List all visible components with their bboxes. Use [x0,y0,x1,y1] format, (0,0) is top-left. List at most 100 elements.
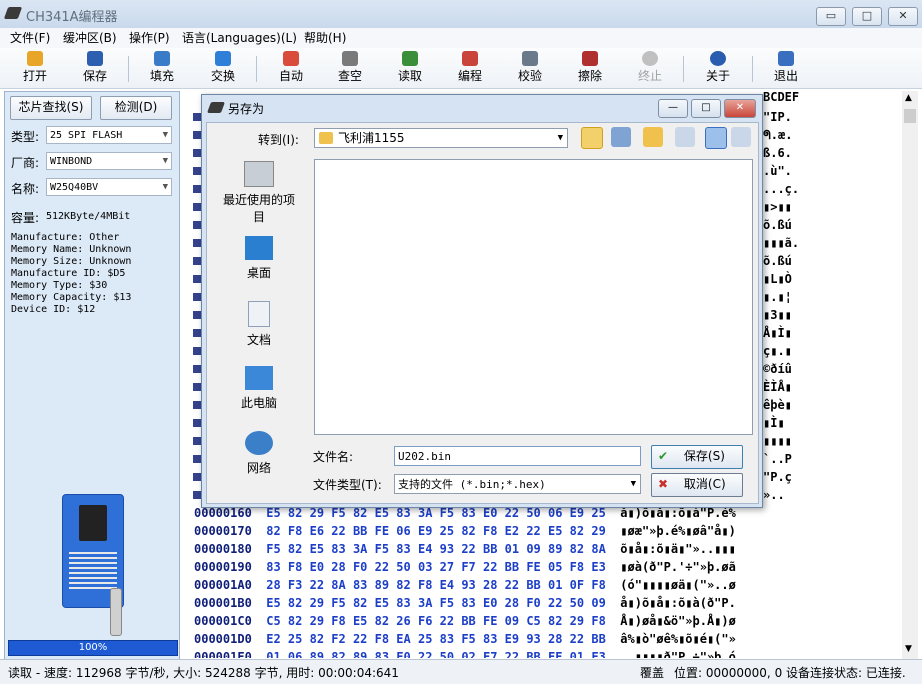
maximize-button[interactable]: □ [852,7,882,26]
details-view-icon[interactable] [675,127,695,147]
verify-button[interactable]: 校验 [503,48,557,88]
ascii-fragment: ▮3▮▮ [763,308,792,322]
read-button[interactable]: 读取 [383,48,437,88]
about-button[interactable]: 关于 [691,48,745,88]
cancel-button[interactable]: ✖ 取消(C) [651,473,743,497]
this-pc-icon [245,366,273,390]
nav-desktop[interactable]: 桌面 [219,236,299,281]
read-icon [402,51,418,66]
chevron-down-icon: ▼ [162,182,168,192]
hex-row[interactable]: 000001D0 E2 25 82 F2 22 F8 EA 25 83 F5 8… [194,630,736,648]
check-icon: ✔ [658,449,669,463]
open-button[interactable]: 打开 [8,48,62,88]
erase-button[interactable]: 擦除 [563,48,617,88]
ascii-fragment: ©ðíû [763,362,792,376]
ascii-fragment: ▮▮▮ã. [763,236,800,250]
new-folder-icon[interactable] [643,127,663,147]
auto-button[interactable]: 自动 [264,48,318,88]
ascii-fragment: .ù". [763,164,792,178]
minimize-button[interactable]: ▭ [816,7,846,26]
dialog-maximize-button[interactable]: □ [691,99,721,118]
lookin-select[interactable]: 飞利浦1155 ▼ [314,128,568,148]
detect-button[interactable]: 检测(D) [100,96,172,120]
list-view-icon[interactable] [705,127,727,149]
nav-recent-items[interactable]: 最近使用的项目 [219,161,299,225]
icon-view-icon[interactable] [731,127,751,147]
ascii-fragment: ÈÌÅ▮ [763,380,792,394]
hex-row[interactable]: 00000180 F5 82 E5 83 3A F5 83 E4 93 22 B… [194,540,736,558]
toolbar: 打开 保存 填充 交换 自动 查空 读取 编程 校验 擦除 终止 关于 退出 [0,48,922,89]
dialog-app-icon [206,102,226,113]
ascii-fragment: êþè▮ [763,398,792,412]
ascii-fragment: õ.ßú [763,254,792,268]
info-line: Memory Name: Unknown [11,244,132,255]
hex-row[interactable]: 000001B0 E5 82 29 F5 82 E5 83 3A F5 83 E… [194,594,736,612]
swap-button[interactable]: 交换 [196,48,250,88]
chevron-down-icon: ▼ [630,479,636,489]
exit-button[interactable]: 退出 [759,48,813,88]
vertical-scrollbar[interactable]: ▲ ▼ [902,91,918,659]
ascii-fragment: "IP. [763,110,792,124]
file-list[interactable] [314,159,753,435]
board-pins [69,549,117,589]
stop-button[interactable]: 终止 [623,48,677,88]
documents-icon [248,301,270,327]
vendor-select[interactable]: WINBOND ▼ [46,152,172,170]
menu-buffer[interactable]: 缓冲区(B) [63,29,117,46]
refresh-icon[interactable] [611,127,631,147]
verify-icon [522,51,538,66]
nav-this-pc[interactable]: 此电脑 [219,366,299,411]
ascii-fragment: ▮▮▮▮ [763,434,792,448]
menu-operation[interactable]: 操作(P) [129,29,170,46]
save-toolbar-button[interactable]: 保存 [68,48,122,88]
filetype-select[interactable]: 支持的文件 (*.bin;*.hex) ▼ [394,474,641,494]
name-select[interactable]: W25Q40BV ▼ [46,178,172,196]
status-position: 位置: 00000000, 0 [674,666,783,680]
close-button[interactable]: ✕ [888,7,918,26]
menu-file[interactable]: 文件(F) [10,29,50,46]
up-folder-icon[interactable] [581,127,603,149]
fill-button[interactable]: 填充 [135,48,189,88]
type-label: 类型: [11,130,40,144]
fill-icon [154,51,170,66]
chip-search-button[interactable]: 芯片查找(S) [10,96,92,120]
chevron-down-icon: ▼ [557,133,563,143]
ascii-fragment: "P.ç [763,470,792,484]
hex-row[interactable]: 000001C0 C5 82 29 F8 E5 82 26 F6 22 BB F… [194,612,736,630]
folder-icon [319,132,333,144]
info-line: Manufacture ID: $D5 [11,268,126,279]
hex-row[interactable]: 00000190 83 F8 E0 28 F0 22 50 03 27 F7 2… [194,558,736,576]
filename-input[interactable]: U202.bin [394,446,641,466]
chip-info-list: Manufacture: Other Memory Name: Unknown … [11,232,131,316]
type-select[interactable]: 25 SPI FLASH ▼ [46,126,172,144]
hex-column-header: BCDEF [763,90,800,104]
hex-row[interactable]: 000001A0 28 F3 22 8A 83 89 82 F8 E4 93 2… [194,576,736,594]
dialog-close-button[interactable]: ✕ [724,99,756,118]
hex-row[interactable]: 000001E0 01 06 89 82 89 83 F0 22 50 02 F… [194,648,736,658]
title-bar: CH341A编程器 ▭ □ ✕ [0,0,922,28]
ascii-fragment: ▮>▮▮ [763,200,792,214]
menu-help[interactable]: 帮助(H) [304,29,346,46]
nav-network[interactable]: 网络 [219,431,299,476]
network-icon [245,431,273,455]
ascii-fragment: ß.6. [763,146,792,160]
recent-items-icon [244,161,274,187]
nav-documents[interactable]: 文档 [219,301,299,348]
scroll-down-icon[interactable]: ▼ [905,644,912,654]
info-line: Memory Capacity: $13 [11,292,132,303]
ascii-fragment: ç▮.▮ [763,344,792,358]
scroll-up-icon[interactable]: ▲ [905,93,912,103]
dialog-minimize-button[interactable]: — [658,99,688,118]
filetype-label: 文件类型(T): [313,478,382,492]
menu-language[interactable]: 语言(Languages)(L) [182,29,297,46]
info-line: Manufacture: Other [11,232,120,243]
hex-row[interactable]: 00000170 82 F8 E6 22 BB FE 06 E9 25 82 F… [194,522,736,540]
ascii-fragment: ▮Ì▮ [763,416,785,430]
scrollbar-thumb[interactable] [904,109,916,123]
ascii-fragment: ▮L▮Ò [763,272,792,286]
vendor-label: 厂商: [11,156,40,170]
stop-icon [642,51,658,66]
blank-check-button[interactable]: 查空 [323,48,377,88]
save-button[interactable]: ✔ 保存(S) [651,445,743,469]
program-button[interactable]: 编程 [443,48,497,88]
